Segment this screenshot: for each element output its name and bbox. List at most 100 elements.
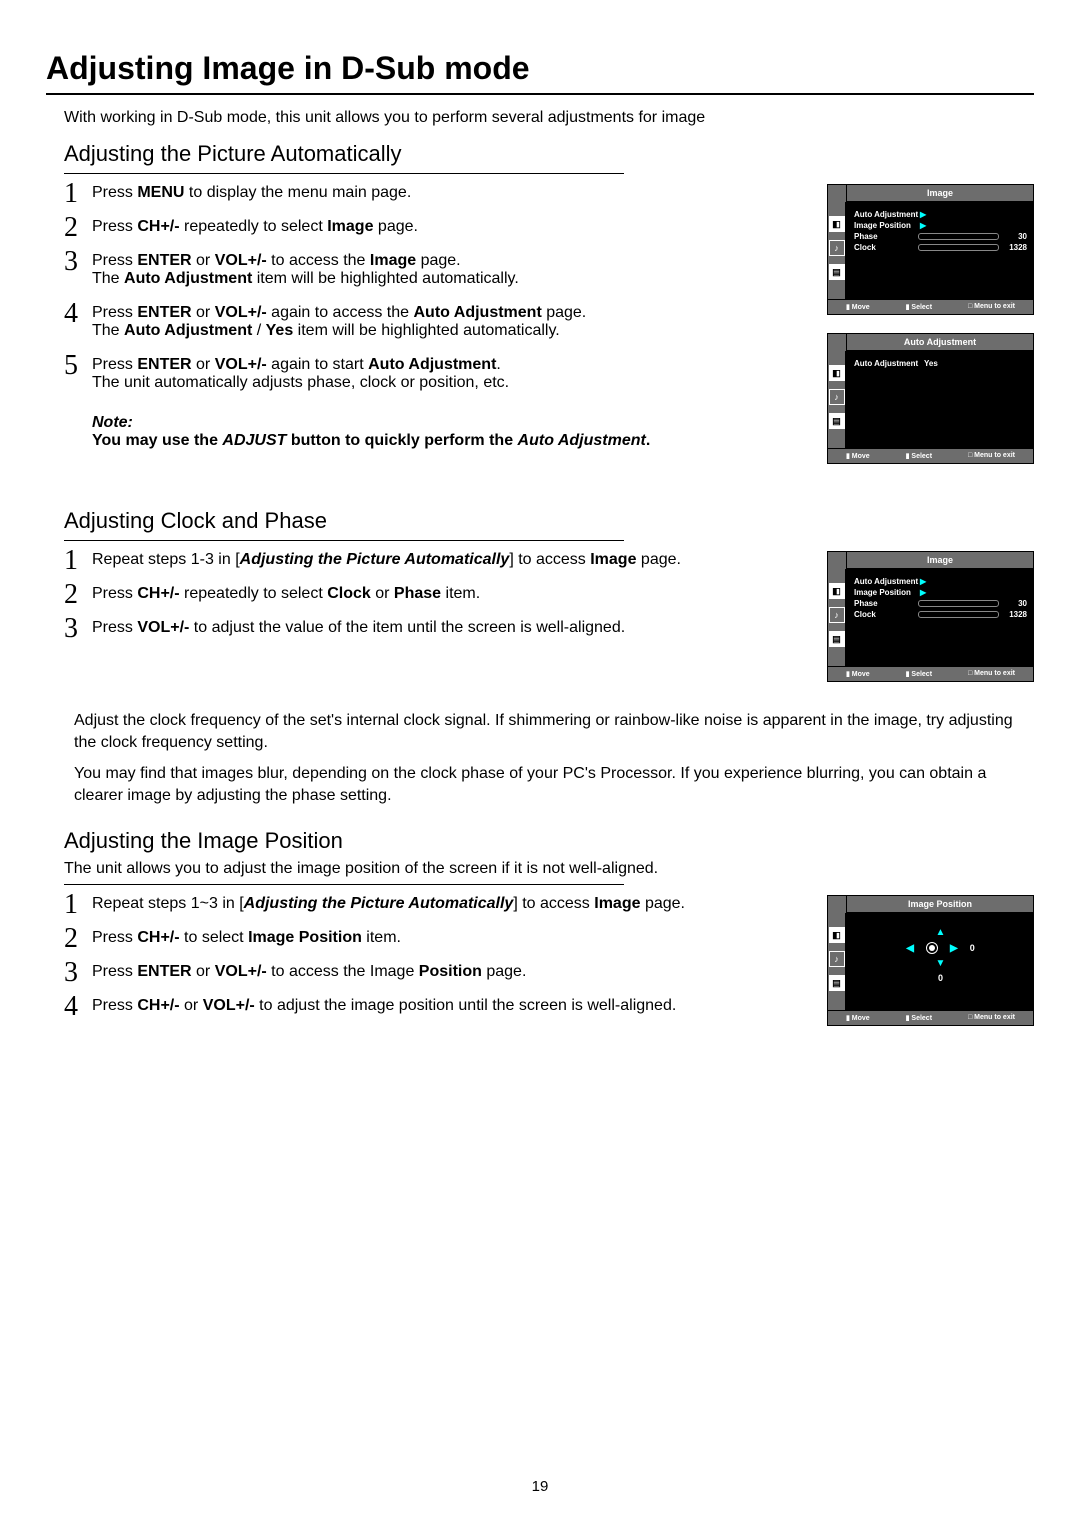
t: Auto Adjustment (124, 322, 252, 339)
step-clock-1: Repeat steps 1-3 in [Adjusting the Pictu… (64, 551, 704, 585)
t: ADJUST (222, 432, 286, 449)
footer-move: Move (846, 670, 870, 678)
t: Press (92, 304, 137, 321)
t: page. (373, 218, 417, 235)
slider-bar (918, 244, 999, 251)
section-pos-heading: Adjusting the Image Position (64, 828, 1034, 854)
t: or (371, 585, 394, 602)
osd-item-imgpos: Image Position (854, 221, 914, 230)
t: to select (180, 929, 248, 946)
pos-intro: The unit allows you to adjust the image … (64, 860, 1034, 878)
t: CH+/- (137, 929, 179, 946)
tab-sound-icon: ♪ (829, 240, 845, 256)
osd-image-2: Image ◧ ♪ ▤ Auto Adjustment▶ Image Posit… (827, 551, 1034, 682)
t: Auto Adjustment (518, 432, 646, 449)
tab-image-icon: ◧ (829, 365, 845, 381)
t: Press (92, 252, 137, 269)
t: or (180, 997, 203, 1014)
note-auto: Note: You may use the ADJUST button to q… (92, 414, 704, 450)
step-pos-3: Press ENTER or VOL+/- to access the Imag… (64, 963, 704, 997)
osd-value-phase: 30 (1003, 232, 1027, 241)
section-rule (64, 540, 624, 541)
t: to adjust the value of the item until th… (189, 619, 625, 636)
pos-y-value: 0 (938, 973, 943, 983)
t: item. (362, 929, 401, 946)
section-clock-heading: Adjusting Clock and Phase (64, 508, 1034, 534)
t: Auto Adjustment (368, 356, 496, 373)
section-rule (64, 173, 624, 174)
tab-setup-icon: ▤ (829, 975, 845, 991)
arrow-left-icon: ◀ (906, 943, 914, 954)
t: ENTER (137, 963, 191, 980)
t: Auto Adjustment (124, 270, 252, 287)
section-rule (64, 884, 624, 885)
t: You may use the (92, 432, 222, 449)
t: The (92, 270, 124, 287)
t: Press (92, 619, 137, 636)
osd-auto-adjustment: Auto Adjustment ◧ ♪ ▤ Auto AdjustmentYes… (827, 333, 1034, 464)
t: item will be highlighted automatically. (293, 322, 560, 339)
t: Clock (327, 585, 371, 602)
tab-setup-icon: ▤ (829, 413, 845, 429)
t: . (646, 432, 650, 449)
arrow-down-icon: ▼ (936, 958, 946, 969)
tab-sound-icon: ♪ (829, 389, 845, 405)
t: Position (419, 963, 482, 980)
osd-title: Auto Adjustment (847, 334, 1033, 351)
step-pos-4: Press CH+/- or VOL+/- to adjust the imag… (64, 997, 704, 1031)
step-auto-2: Press CH+/- repeatedly to select Image p… (64, 218, 704, 252)
tab-image-icon: ◧ (829, 583, 845, 599)
footer-exit: Menu to exit (968, 452, 1015, 460)
tab-setup-icon: ▤ (829, 264, 845, 280)
t: VOL+/- (203, 997, 255, 1014)
osd-title: Image (847, 552, 1033, 569)
t: page. (636, 551, 680, 568)
t: page. (641, 895, 685, 912)
tab-setup-icon: ▤ (829, 631, 845, 647)
t: Press (92, 963, 137, 980)
footer-exit: Menu to exit (968, 303, 1015, 311)
t: Repeat steps 1~3 in [ (92, 895, 244, 912)
t: Image (594, 895, 640, 912)
paragraph-clock-2: You may find that images blur, depending… (74, 763, 1014, 806)
t: page. (542, 304, 586, 321)
step-auto-3: Press ENTER or VOL+/- to access the Imag… (64, 252, 704, 304)
position-pad: ▲ ◀ ▶ 0 ▼ 0 (854, 919, 1027, 987)
t: Image Position (248, 929, 362, 946)
t: ] to access (509, 551, 590, 568)
t: Press (92, 997, 137, 1014)
slider-bar (918, 600, 999, 607)
t: MENU (137, 184, 184, 201)
osd-tabs: ◧ ♪ ▤ (828, 913, 846, 1010)
footer-select: Select (906, 452, 932, 460)
center-dot-icon (926, 942, 938, 954)
t: The (92, 322, 124, 339)
arrow-up-icon: ▲ (936, 927, 946, 938)
step-clock-3: Press VOL+/- to adjust the value of the … (64, 619, 704, 653)
t: item. (441, 585, 480, 602)
t: to adjust the image position until the s… (255, 997, 677, 1014)
t: CH+/- (137, 997, 179, 1014)
t: or (192, 963, 215, 980)
t: Auto Adjustment (413, 304, 541, 321)
osd-footer: Move Select Menu to exit (828, 299, 1033, 314)
osd-image: Image ◧ ♪ ▤ Auto Adjustment▶ Image Posit… (827, 184, 1034, 315)
t: VOL+/- (215, 963, 267, 980)
osd-footer: Move Select Menu to exit (828, 448, 1033, 463)
osd-value-clock: 1328 (1003, 610, 1027, 619)
t: or (192, 356, 215, 373)
t: page. (416, 252, 460, 269)
page-number: 19 (0, 1478, 1080, 1495)
osd-item-auto: Auto Adjustment (854, 577, 914, 586)
arrow-right-icon: ▶ (950, 943, 958, 954)
osd-title: Image Position (847, 896, 1033, 913)
t: to access the (267, 252, 370, 269)
t: Press (92, 218, 137, 235)
osd-footer: Move Select Menu to exit (828, 1010, 1033, 1025)
step-clock-2: Press CH+/- repeatedly to select Clock o… (64, 585, 704, 619)
footer-select: Select (906, 670, 932, 678)
slider-bar (918, 611, 999, 618)
t: or (192, 252, 215, 269)
section-auto-heading: Adjusting the Picture Automatically (64, 141, 1034, 167)
t: / (252, 322, 265, 339)
